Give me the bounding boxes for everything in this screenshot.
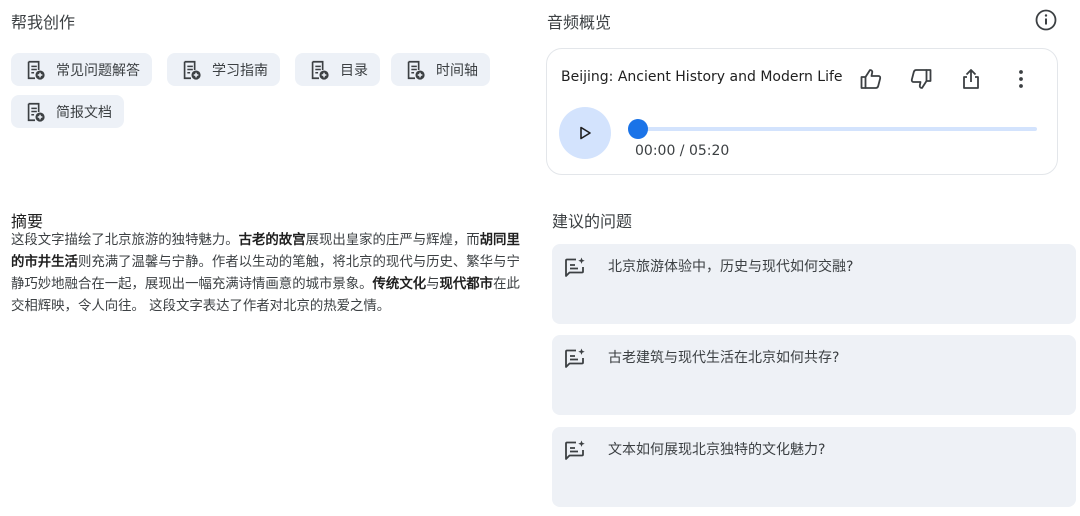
chip-timeline[interactable]: 时间轴: [391, 53, 490, 86]
total-duration: 05:20: [688, 143, 730, 159]
audio-actions: [857, 65, 1035, 93]
suggested-question-card[interactable]: 北京旅游体验中，历史与现代如何交融?: [552, 244, 1076, 324]
chip-label: 学习指南: [212, 62, 268, 79]
summary-segment: 与: [426, 277, 440, 292]
chip-study-guide[interactable]: 学习指南: [167, 53, 280, 86]
chip-contents[interactable]: 目录: [295, 53, 380, 86]
summary-emphasis: 古老的故宫: [238, 233, 306, 248]
play-button[interactable]: [559, 107, 611, 159]
audio-progress-track[interactable]: [635, 127, 1037, 131]
summary-emphasis: 现代都市: [439, 277, 494, 292]
doc-add-icon: [27, 60, 45, 80]
info-icon[interactable]: [1034, 8, 1058, 32]
chat-sparkle-icon: [565, 348, 585, 368]
chip-label: 时间轴: [436, 62, 478, 79]
chip-label: 常见问题解答: [56, 62, 140, 79]
summary-segment: 这段文字描绘了北京旅游的独特魅力。: [11, 233, 239, 248]
thumb-down-icon: [910, 69, 932, 89]
audio-overview-title: 音频概览: [547, 13, 612, 32]
summary-segment: 展现出皇家的庄严与辉煌，而: [305, 233, 480, 248]
audio-time-display: 00:00 / 05:20: [635, 143, 729, 159]
question-text: 古老建筑与现代生活在北京如何共存?: [608, 350, 840, 366]
time-separator: /: [675, 143, 689, 159]
share-icon: [963, 69, 979, 89]
help-create-title: 帮我创作: [11, 13, 76, 32]
doc-add-icon: [27, 102, 45, 122]
doc-add-icon: [407, 60, 425, 80]
suggested-question-card[interactable]: 古老建筑与现代生活在北京如何共存?: [552, 335, 1076, 415]
share-button[interactable]: [957, 65, 985, 93]
more-vert-icon: [1019, 70, 1023, 88]
suggested-questions-title: 建议的问题: [552, 212, 633, 231]
chip-faq[interactable]: 常见问题解答: [11, 53, 152, 86]
doc-add-icon: [183, 60, 201, 80]
question-text: 文本如何展现北京独特的文化魅力?: [608, 442, 826, 458]
question-text: 北京旅游体验中，历史与现代如何交融?: [608, 259, 854, 275]
thumb-up-button[interactable]: [857, 65, 885, 93]
more-options-button[interactable]: [1007, 65, 1035, 93]
current-time: 00:00: [635, 143, 676, 159]
audio-progress-thumb[interactable]: [628, 119, 648, 139]
suggested-question-card[interactable]: 文本如何展现北京独特的文化魅力?: [552, 427, 1076, 507]
summary-emphasis: 传统文化: [372, 277, 427, 292]
audio-track-title: Beijing: Ancient History and Modern Life: [561, 69, 843, 85]
play-icon: [580, 126, 591, 140]
doc-add-icon: [311, 60, 329, 80]
chat-sparkle-icon: [565, 257, 585, 277]
chip-briefing-doc[interactable]: 简报文档: [11, 95, 124, 128]
audio-player-card: Beijing: Ancient History and Modern Life: [546, 48, 1058, 175]
thumb-up-icon: [860, 69, 882, 89]
summary-title: 摘要: [11, 212, 44, 231]
summary-text: 这段文字描绘了北京旅游的独特魅力。古老的故宫展现出皇家的庄严与辉煌，而胡同里的市…: [11, 230, 521, 318]
chat-sparkle-icon: [565, 440, 585, 460]
chip-label: 简报文档: [56, 104, 112, 121]
thumb-down-button[interactable]: [907, 65, 935, 93]
chip-label: 目录: [340, 62, 368, 79]
